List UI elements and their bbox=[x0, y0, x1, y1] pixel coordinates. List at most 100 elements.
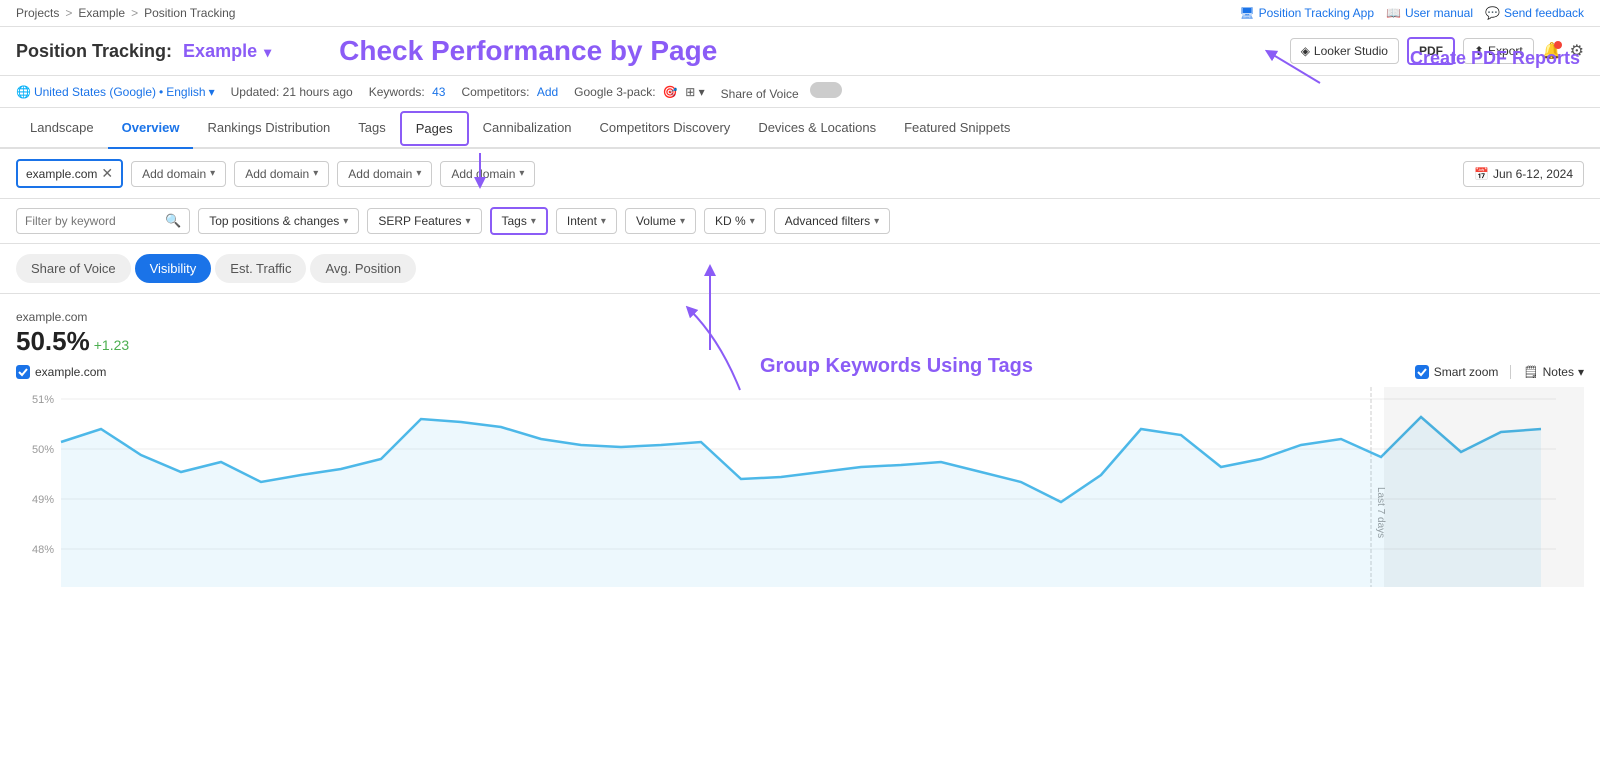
grid-icon: ⊞ bbox=[685, 85, 695, 99]
chevron-down-icon: ▾ bbox=[680, 216, 685, 227]
legend-checkbox[interactable] bbox=[16, 365, 30, 379]
tab-cannibalization[interactable]: Cannibalization bbox=[469, 108, 586, 149]
share-of-voice-toggle[interactable] bbox=[810, 82, 842, 98]
topbar-right: 🖥 Position Tracking App 📖 User manual 💬 … bbox=[1239, 6, 1584, 20]
header-left: Position Tracking: Example ▾ Check Perfo… bbox=[16, 35, 717, 67]
chart-svg-container: 51% 50% 49% 48% Last 7 days bbox=[16, 387, 1584, 587]
location-link[interactable]: 🌐 United States (Google) • English ▾ bbox=[16, 85, 215, 99]
remove-domain-button[interactable]: ✕ bbox=[101, 165, 113, 182]
nav-tabs: Landscape Overview Rankings Distribution… bbox=[0, 108, 1600, 149]
chevron-down-icon: ▾ bbox=[343, 216, 348, 227]
chart-change-value: +1.23 bbox=[94, 337, 129, 353]
tags-dropdown[interactable]: Tags ▾ bbox=[490, 207, 548, 235]
date-range-button[interactable]: 📅 Jun 6-12, 2024 bbox=[1463, 161, 1584, 187]
header: Position Tracking: Example ▾ Check Perfo… bbox=[0, 27, 1600, 76]
keyword-filter-input[interactable] bbox=[25, 214, 165, 228]
view-tab-avg-position[interactable]: Avg. Position bbox=[310, 254, 416, 283]
serp-features-dropdown[interactable]: SERP Features ▾ bbox=[367, 208, 481, 234]
chart-svg: 51% 50% 49% 48% Last 7 days bbox=[16, 387, 1576, 587]
keywords-count[interactable]: 43 bbox=[432, 85, 445, 99]
filter-row2: 🔍 Top positions & changes ▾ SERP Feature… bbox=[0, 199, 1600, 244]
top-positions-dropdown[interactable]: Top positions & changes ▾ bbox=[198, 208, 359, 234]
example-domain-link[interactable]: Example bbox=[183, 41, 257, 61]
add-domain-btn-2[interactable]: Add domain ▾ bbox=[234, 161, 329, 187]
top-bar: Projects > Example > Position Tracking 🖥… bbox=[0, 0, 1600, 27]
position-tracking-app-link[interactable]: 🖥 Position Tracking App bbox=[1239, 6, 1374, 20]
chevron-down-icon: ▾ bbox=[601, 216, 606, 227]
competitors-add-link[interactable]: Add bbox=[537, 85, 558, 99]
keywords-info: Keywords: 43 bbox=[369, 85, 446, 99]
volume-dropdown[interactable]: Volume ▾ bbox=[625, 208, 696, 234]
chart-legend-right: Smart zoom 🗒 Notes ▾ bbox=[1415, 365, 1584, 379]
view-tabs: Share of Voice Visibility Est. Traffic A… bbox=[0, 244, 1600, 294]
tags-arrow bbox=[670, 260, 750, 360]
smart-zoom-item: Smart zoom bbox=[1415, 365, 1499, 379]
add-domain-btn-1[interactable]: Add domain ▾ bbox=[131, 161, 226, 187]
book-icon: 📖 bbox=[1386, 6, 1401, 20]
create-pdf-label: Create PDF Reports bbox=[1410, 48, 1580, 69]
breadcrumb-projects[interactable]: Projects bbox=[16, 6, 59, 20]
chevron-down-icon: ▾ bbox=[531, 216, 536, 227]
dropdown-chevron-icon[interactable]: ▾ bbox=[264, 44, 271, 60]
pdf-arrow bbox=[1250, 48, 1330, 88]
notes-chevron: ▾ bbox=[1578, 365, 1584, 379]
notes-button[interactable]: 🗒 Notes ▾ bbox=[1510, 365, 1584, 379]
chart-area: example.com 50.5% +1.23 example.com bbox=[0, 294, 1600, 587]
send-feedback-link[interactable]: 💬 Send feedback bbox=[1485, 6, 1584, 20]
chevron-down-icon: ▾ bbox=[874, 216, 879, 227]
competitors-info: Competitors: Add bbox=[461, 85, 558, 99]
svg-text:51%: 51% bbox=[32, 394, 54, 406]
add-domain-btn-3[interactable]: Add domain ▾ bbox=[337, 161, 432, 187]
svg-text:48%: 48% bbox=[32, 544, 54, 556]
filter-bar: example.com ✕ Add domain ▾ Add domain ▾ … bbox=[0, 149, 1600, 199]
tab-rankings-distribution[interactable]: Rankings Distribution bbox=[193, 108, 344, 149]
chart-domain-label: example.com bbox=[16, 310, 1584, 324]
view-tab-visibility[interactable]: Visibility bbox=[135, 254, 212, 283]
chart-legend: example.com Smart zoom 🗒 Notes ▾ bbox=[16, 365, 1584, 379]
view-tab-est-traffic[interactable]: Est. Traffic bbox=[215, 254, 306, 283]
legend-item-domain: example.com bbox=[16, 365, 106, 379]
location-icon: 🌐 bbox=[16, 85, 31, 99]
target-icon: 🎯 bbox=[663, 85, 678, 99]
updated-info: Updated: 21 hours ago bbox=[231, 85, 353, 99]
chart-main-value: 50.5% bbox=[16, 326, 90, 357]
chat-icon: 💬 bbox=[1485, 6, 1500, 20]
legend-domain-text: example.com bbox=[35, 365, 106, 379]
breadcrumb-sep1: > bbox=[65, 6, 72, 20]
share-of-voice-info: Share of Voice bbox=[721, 82, 842, 101]
breadcrumb: Projects > Example > Position Tracking bbox=[16, 6, 235, 20]
intent-dropdown[interactable]: Intent ▾ bbox=[556, 208, 617, 234]
tab-devices-locations[interactable]: Devices & Locations bbox=[744, 108, 890, 149]
smart-zoom-label: Smart zoom bbox=[1434, 365, 1499, 379]
tab-landscape[interactable]: Landscape bbox=[16, 108, 108, 149]
last7-days-band bbox=[1384, 387, 1584, 587]
svg-text:49%: 49% bbox=[32, 494, 54, 506]
monitor-icon: 🖥 bbox=[1239, 6, 1254, 20]
chevron-down-icon: ▾ bbox=[750, 216, 755, 227]
breadcrumb-example[interactable]: Example bbox=[78, 6, 125, 20]
view-tab-share-of-voice[interactable]: Share of Voice bbox=[16, 254, 131, 283]
tab-featured-snippets[interactable]: Featured Snippets bbox=[890, 108, 1024, 149]
smart-zoom-checkbox[interactable] bbox=[1415, 365, 1429, 379]
search-icon[interactable]: 🔍 bbox=[165, 213, 181, 229]
language-chevron: ▾ bbox=[209, 85, 215, 99]
google3pack-info: Google 3-pack: 🎯 ⊞ ▾ bbox=[574, 85, 704, 99]
domain-tag: example.com ✕ bbox=[16, 159, 123, 188]
chevron-down-icon: ▾ bbox=[313, 168, 318, 179]
breadcrumb-current: Position Tracking bbox=[144, 6, 235, 20]
advanced-filters-dropdown[interactable]: Advanced filters ▾ bbox=[774, 208, 890, 234]
notes-icon: 🗒 bbox=[1523, 365, 1538, 379]
tab-competitors-discovery[interactable]: Competitors Discovery bbox=[586, 108, 745, 149]
chart-legend-left: example.com bbox=[16, 365, 106, 379]
feature-title-label: Check Performance by Page bbox=[339, 35, 717, 67]
tab-overview[interactable]: Overview bbox=[108, 108, 194, 149]
calendar-icon: 📅 bbox=[1474, 167, 1489, 181]
tab-tags[interactable]: Tags bbox=[344, 108, 399, 149]
user-manual-link[interactable]: 📖 User manual bbox=[1386, 6, 1473, 20]
kd-dropdown[interactable]: KD % ▾ bbox=[704, 208, 766, 234]
google3pack-chevron[interactable]: ▾ bbox=[699, 85, 705, 99]
chevron-down-icon: ▾ bbox=[465, 216, 470, 227]
tab-pages[interactable]: Pages bbox=[400, 111, 469, 146]
chevron-down-icon: ▾ bbox=[210, 168, 215, 179]
sub-header: 🌐 United States (Google) • English ▾ Upd… bbox=[0, 76, 1600, 108]
